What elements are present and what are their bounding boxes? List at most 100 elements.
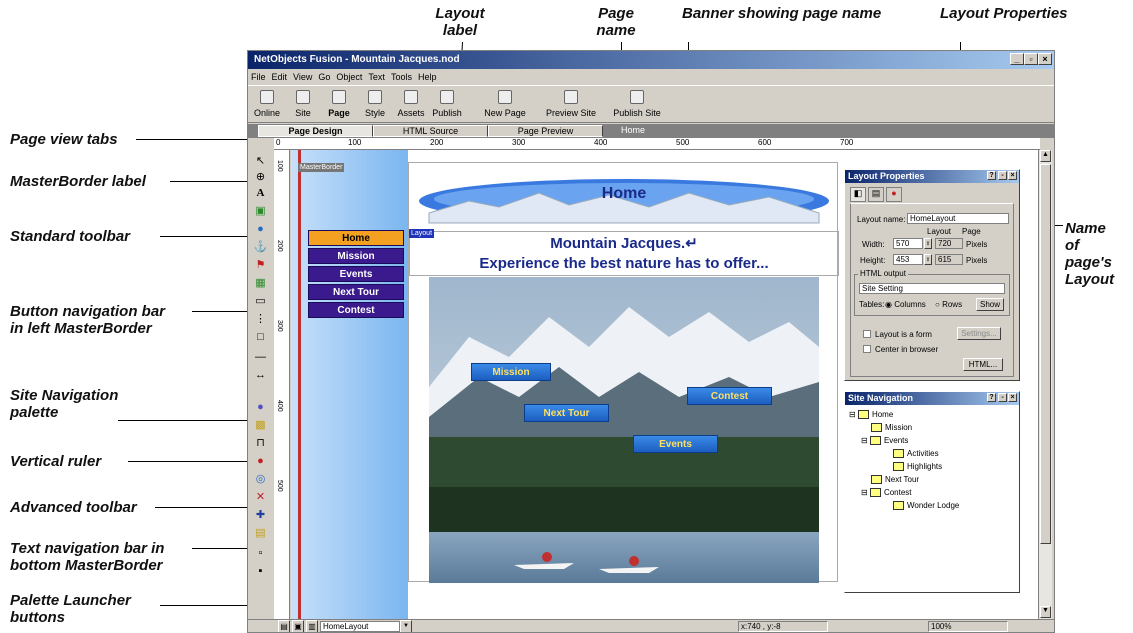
html-button[interactable]: HTML... <box>963 358 1003 371</box>
height-layout-input[interactable]: 453 <box>893 254 923 265</box>
chevron-down-icon[interactable]: ▼ <box>400 620 412 632</box>
photo-nav-events[interactable]: Events <box>633 435 718 453</box>
minimize-icon[interactable]: _ <box>1010 53 1024 65</box>
text-tool-icon[interactable]: A <box>253 186 268 200</box>
tab-html-source[interactable]: HTML Source <box>373 125 488 137</box>
minimize-icon[interactable]: - <box>998 393 1007 402</box>
menu-help[interactable]: Help <box>415 69 440 82</box>
photo-nav-next-tour[interactable]: Next Tour <box>524 404 609 422</box>
height-spinner[interactable]: ⇕ <box>924 254 932 265</box>
preview-site-button[interactable]: Preview Site <box>540 88 602 118</box>
publish-button[interactable]: Publish <box>422 88 472 118</box>
tree-node-mission[interactable]: Mission <box>871 423 912 433</box>
palette-launcher-objects-icon[interactable]: ▣ <box>292 620 304 632</box>
layout-dropdown[interactable]: HomeLayout <box>320 621 400 632</box>
cart-icon[interactable]: ⊓ <box>253 436 268 450</box>
tab-page-design[interactable]: Page Design <box>258 125 373 137</box>
tree-node-wonder-lodge[interactable]: Wonder Lodge <box>893 501 959 511</box>
action-tab-icon[interactable]: ● <box>886 187 902 202</box>
show-button[interactable]: Show <box>976 298 1004 311</box>
ad-tool-icon[interactable]: ▪ <box>253 564 268 578</box>
nav-button-contest[interactable]: Contest <box>308 302 404 318</box>
html-output-select[interactable]: Site Setting <box>859 283 1005 294</box>
background-tab-icon[interactable]: ▤ <box>868 187 884 202</box>
menu-text[interactable]: Text <box>365 69 388 82</box>
globe-icon[interactable]: ● <box>253 222 268 236</box>
flag-icon[interactable]: ⚑ <box>253 258 268 272</box>
menu-go[interactable]: Go <box>315 69 333 82</box>
media-icon[interactable]: ◎ <box>253 472 268 486</box>
java-icon[interactable]: ✕ <box>253 490 268 504</box>
menu-view[interactable]: View <box>290 69 315 82</box>
tree-node-home[interactable]: ⊟ Home <box>849 410 893 420</box>
html-tool-icon[interactable]: ▤ <box>253 526 268 540</box>
nav-button-next-tour[interactable]: Next Tour <box>308 284 404 300</box>
minimize-icon[interactable]: - <box>998 171 1007 180</box>
tree-node-next-tour[interactable]: Next Tour <box>871 475 919 485</box>
rows-radio[interactable]: ○ Rows <box>935 300 962 309</box>
callout-advanced-toolbar: Advanced toolbar <box>10 499 137 516</box>
left-masterborder[interactable] <box>291 150 408 620</box>
maximize-icon[interactable]: ▫ <box>1024 53 1038 65</box>
publish-site-button[interactable]: Publish Site <box>606 88 668 118</box>
width-spinner[interactable]: ⇕ <box>924 238 932 249</box>
component-tool-icon[interactable]: ▩ <box>253 418 268 432</box>
tree-node-activities[interactable]: Activities <box>893 449 939 459</box>
preview-site-icon <box>564 90 578 104</box>
palette-launcher-sitenav-icon[interactable]: ▥ <box>306 620 318 632</box>
vertical-scrollbar[interactable]: ▲ ▼ <box>1038 150 1052 620</box>
tree-node-highlights[interactable]: Highlights <box>893 462 942 472</box>
nav-button-home[interactable]: Home <box>308 230 404 246</box>
close-icon[interactable]: × <box>1008 393 1017 402</box>
rectangle-tool-icon[interactable]: □ <box>253 330 268 344</box>
close-icon[interactable]: × <box>1038 53 1052 65</box>
table-tool-icon[interactable]: ▦ <box>253 276 268 290</box>
photo-nav-mission[interactable]: Mission <box>471 363 551 381</box>
menu-tools[interactable]: Tools <box>388 69 415 82</box>
line-tool-icon[interactable]: — <box>253 350 268 364</box>
menu-object[interactable]: Object <box>333 69 365 82</box>
page-layout[interactable]: Home Mountain Jacques.↵ Experience the b… <box>408 162 839 583</box>
tree-node-events[interactable]: ⊟ Events <box>861 436 908 446</box>
style-icon <box>368 90 382 104</box>
scroll-thumb[interactable] <box>1040 164 1051 544</box>
mountain-photo[interactable] <box>429 277 819 583</box>
layout-is-form-checkbox[interactable] <box>863 330 871 338</box>
plugin-icon[interactable]: ● <box>253 454 268 468</box>
nav-button-events[interactable]: Events <box>308 266 404 282</box>
tree-node-contest[interactable]: ⊟ Contest <box>861 488 912 498</box>
nav-button-mission[interactable]: Mission <box>308 248 404 264</box>
activex-icon[interactable]: ✚ <box>253 508 268 522</box>
close-icon[interactable]: × <box>1008 171 1017 180</box>
layout-name-input[interactable]: HomeLayout <box>907 213 1009 224</box>
page-headline[interactable]: Mountain Jacques.↵ Experience the best n… <box>409 231 839 276</box>
ruler-tick: 200 <box>276 240 283 252</box>
arrows-icon[interactable]: ↔ <box>253 368 268 382</box>
tab-page-preview[interactable]: Page Preview <box>488 125 603 137</box>
center-browser-checkbox[interactable] <box>863 345 871 353</box>
form-tool-icon[interactable]: ▭ <box>253 294 268 308</box>
navbar-tool-icon[interactable]: ● <box>253 400 268 414</box>
layout-tab-icon[interactable]: ◧ <box>850 187 866 202</box>
help-icon[interactable]: ? <box>987 393 996 402</box>
anchor-icon[interactable]: ⚓ <box>253 240 268 254</box>
new-page-button[interactable]: New Page <box>474 88 536 118</box>
scroll-up-icon[interactable]: ▲ <box>1040 150 1051 162</box>
zoom-icon[interactable]: ⊕ <box>253 170 268 184</box>
menu-file[interactable]: File <box>248 69 269 82</box>
select-arrow-icon[interactable]: ↖ <box>253 154 268 168</box>
columns-radio[interactable]: ◉ Columns <box>885 300 926 309</box>
callout-banner: Banner showing page name <box>682 5 882 22</box>
layout-region-icon[interactable]: ⋮ <box>253 312 268 326</box>
help-icon[interactable]: ? <box>987 171 996 180</box>
palette-launcher-properties-icon[interactable]: ▤ <box>278 620 290 632</box>
picture-tool-icon[interactable]: ▣ <box>253 204 268 218</box>
photo-nav-contest[interactable]: Contest <box>687 387 772 405</box>
settings-button[interactable]: Settings... <box>957 327 1001 340</box>
scroll-down-icon[interactable]: ▼ <box>1040 606 1051 618</box>
frame-tool-icon[interactable]: ▫ <box>253 546 268 560</box>
width-layout-input[interactable]: 570 <box>893 238 923 249</box>
menu-edit[interactable]: Edit <box>269 69 291 82</box>
ruler-tick: 500 <box>676 138 690 147</box>
publish-icon <box>440 90 454 104</box>
